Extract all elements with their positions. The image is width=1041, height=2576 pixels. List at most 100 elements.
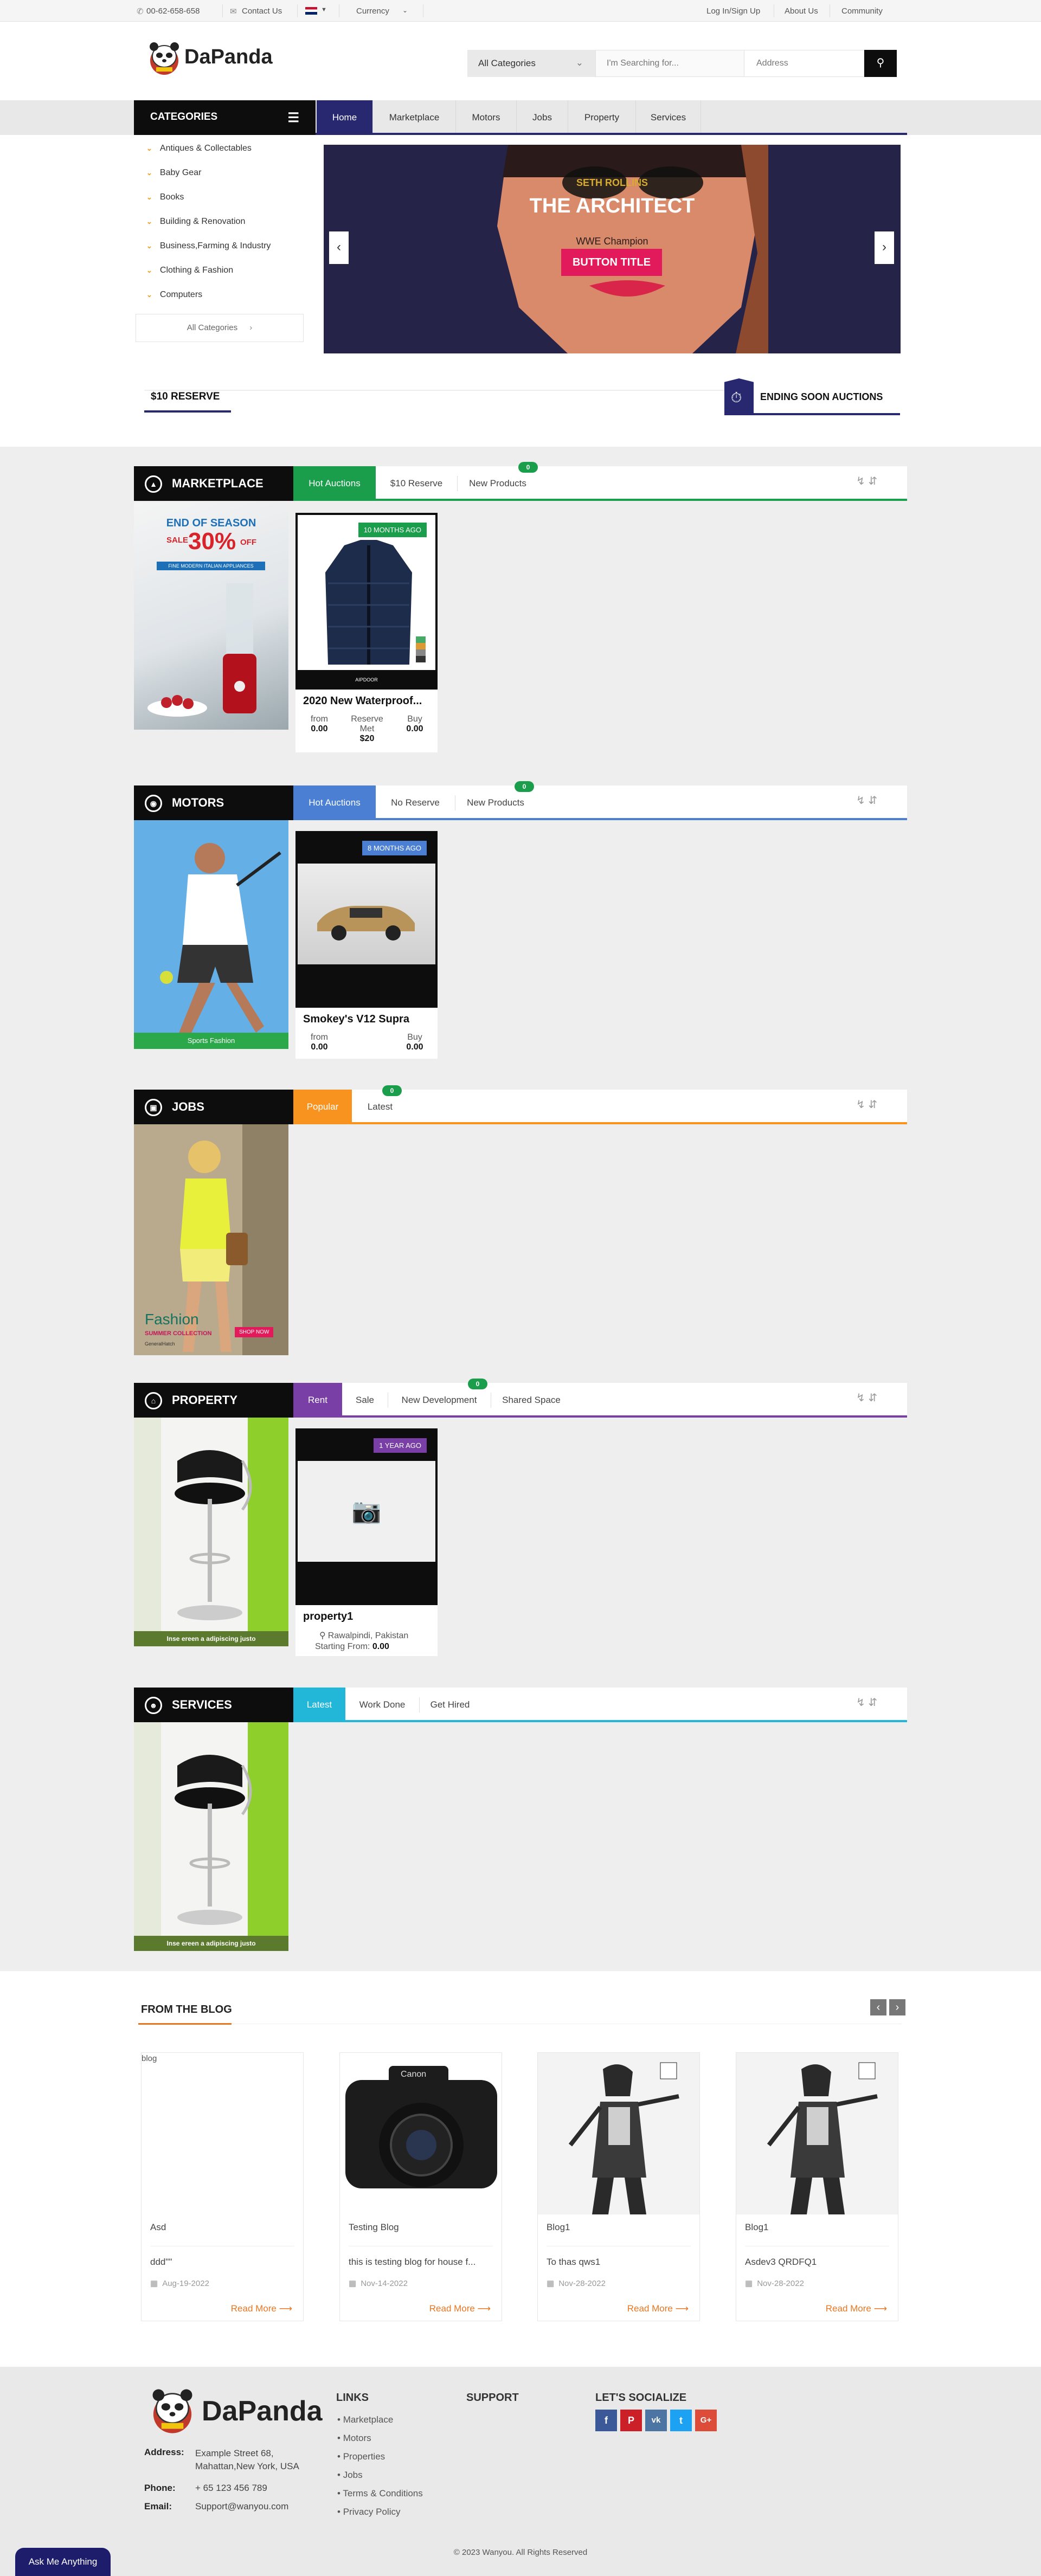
search-button[interactable]: ⚲: [864, 50, 897, 77]
tab-rent[interactable]: Rent: [293, 1383, 342, 1418]
blog-card[interactable]: Blog1 Asdev3 QRDFQ1 ▦ Nov-28-2022 Read Mo…: [736, 2052, 898, 2321]
footer-link-terms[interactable]: • Terms & Conditions: [337, 2488, 423, 2499]
footer-link-marketplace[interactable]: • Marketplace: [337, 2414, 393, 2425]
sidebar-item-building[interactable]: ⌄ Building & Renovation: [146, 217, 245, 227]
sidebar-item-label: Baby Gear: [159, 168, 202, 177]
blog-excerpt: To thas qws1: [547, 2257, 601, 2267]
footer-logo-text[interactable]: DaPanda: [202, 2395, 323, 2427]
uk-flag-icon[interactable]: [305, 7, 317, 15]
sidebar-item-books[interactable]: ⌄ Books: [146, 192, 184, 202]
category-select[interactable]: All Categories ⌄: [467, 50, 595, 77]
currency-select[interactable]: Currency: [356, 7, 389, 16]
tab-10-reserve[interactable]: $10 Reserve: [376, 466, 457, 501]
property-card[interactable]: 📷 1 YEAR AGO property1 ⚲ Rawalpindi, Paki…: [295, 1428, 438, 1656]
footer-link-jobs[interactable]: • Jobs: [337, 2470, 363, 2481]
sort-icon[interactable]: ↯ ⇵: [856, 794, 891, 813]
about-link[interactable]: About Us: [785, 7, 818, 16]
community-link[interactable]: Community: [841, 7, 883, 16]
email-link[interactable]: Support@wanyou.com: [195, 2501, 288, 2512]
chevron-down-icon[interactable]: ▼: [321, 7, 327, 13]
read-more-link[interactable]: Read More ⟶: [627, 2303, 689, 2314]
menu-icon: ☰: [287, 111, 299, 125]
jobs-promo-banner[interactable]: Fashion SUMMER COLLECTION SHOP NOW Gener…: [134, 1124, 288, 1355]
footer-link-properties[interactable]: • Properties: [337, 2451, 385, 2462]
nav-services[interactable]: Services: [636, 100, 701, 135]
sidebar-item-antiques[interactable]: ⌄ Antiques & Collectables: [146, 144, 252, 153]
read-more-link[interactable]: Read More ⟶: [429, 2303, 491, 2314]
hero-slider[interactable]: SETH ROLLINS THE ARCHITECT WWE Champion …: [324, 145, 901, 353]
sidebar-item-business[interactable]: ⌄ Business,Farming & Industry: [146, 241, 271, 251]
marketplace-promo-banner[interactable]: END OF SEASON SALE 30% OFF FINE MODERN I…: [134, 502, 288, 730]
nav-marketplace[interactable]: Marketplace: [373, 100, 456, 135]
sidebar-item-computers[interactable]: ⌄ Computers: [146, 290, 202, 300]
pinterest-icon[interactable]: P: [620, 2410, 642, 2431]
chat-button[interactable]: Ask Me Anything: [15, 2548, 111, 2576]
footer-link-motors[interactable]: • Motors: [337, 2433, 371, 2444]
categories-label: CATEGORIES: [150, 111, 218, 123]
blog-title[interactable]: Blog1: [745, 2222, 768, 2233]
slider-prev-button[interactable]: ‹: [329, 231, 349, 264]
property-promo-banner[interactable]: Inse ereen a adipiscing justo: [134, 1418, 288, 1646]
sort-icon[interactable]: ↯ ⇵: [856, 474, 891, 494]
google-plus-icon[interactable]: G+: [695, 2410, 717, 2431]
panda-logo-icon[interactable]: [146, 2382, 198, 2436]
blog-card[interactable]: Canon Testing Blog this is testing blog …: [339, 2052, 502, 2321]
age-badge: 8 MONTHS AGO: [362, 841, 427, 855]
tab-popular[interactable]: Popular: [293, 1090, 352, 1124]
product-title[interactable]: Smokey's V12 Supra: [303, 1013, 431, 1026]
blog-title[interactable]: Blog1: [547, 2222, 570, 2233]
vk-icon[interactable]: vk: [645, 2410, 667, 2431]
read-more-link[interactable]: Read More ⟶: [231, 2303, 292, 2314]
blog-title[interactable]: Testing Blog: [349, 2222, 399, 2233]
sort-icon[interactable]: ↯ ⇵: [856, 1696, 891, 1715]
search-input[interactable]: [595, 50, 744, 77]
categories-button[interactable]: CATEGORIES ☰: [134, 100, 316, 135]
sort-icon[interactable]: ↯ ⇵: [856, 1391, 891, 1411]
blog-title[interactable]: Asd: [150, 2222, 166, 2233]
tab-hot-auctions[interactable]: Hot Auctions: [293, 466, 376, 501]
nav-jobs[interactable]: Jobs: [517, 100, 568, 135]
tab-get-hired[interactable]: Get Hired: [419, 1688, 481, 1722]
read-more-link[interactable]: Read More ⟶: [826, 2303, 887, 2314]
blog-next-button[interactable]: ›: [889, 1999, 905, 2015]
nav-motors[interactable]: Motors: [456, 100, 517, 135]
panda-logo-icon[interactable]: [146, 37, 182, 77]
twitter-icon[interactable]: t: [670, 2410, 692, 2431]
logo-text[interactable]: DaPanda: [184, 46, 273, 69]
sidebar-item-clothing[interactable]: ⌄ Clothing & Fashion: [146, 266, 233, 275]
chevron-down-icon: ⌄: [146, 217, 152, 226]
facebook-icon[interactable]: f: [595, 2410, 617, 2431]
slider-next-button[interactable]: ›: [875, 231, 894, 264]
login-link[interactable]: Log In/Sign Up: [706, 7, 760, 16]
contact-link[interactable]: Contact Us: [242, 7, 282, 16]
footer-link-privacy[interactable]: • Privacy Policy: [337, 2507, 401, 2517]
slider-cta-button[interactable]: BUTTON TITLE: [561, 249, 662, 276]
age-badge: 10 MONTHS AGO: [358, 523, 427, 537]
motors-promo-banner[interactable]: Sports Fashion: [134, 820, 288, 1049]
sort-icon[interactable]: ↯ ⇵: [856, 1098, 891, 1117]
sidebar-item-baby-gear[interactable]: ⌄ Baby Gear: [146, 168, 201, 178]
services-promo-banner[interactable]: Inse ereen a adipiscing justo: [134, 1722, 288, 1951]
shop-now-button[interactable]: SHOP NOW: [235, 1327, 274, 1337]
product-title[interactable]: 2020 New Waterproof...: [303, 695, 431, 707]
tab-no-reserve[interactable]: No Reserve: [376, 785, 455, 820]
tab-hot-auctions[interactable]: Hot Auctions: [293, 785, 376, 820]
blog-card[interactable]: Blog1 To thas qws1 ▦ Nov-28-2022 Read Mor…: [537, 2052, 700, 2321]
blog-excerpt: this is testing blog for house f...: [349, 2257, 476, 2267]
blog-card[interactable]: blog Asd ddd"" ▦ Aug-19-2022 Read More ⟶: [141, 2052, 304, 2321]
address-input[interactable]: [744, 50, 864, 77]
tab-work-done[interactable]: Work Done: [345, 1688, 419, 1722]
tab-shared-space[interactable]: Shared Space: [491, 1383, 572, 1418]
product-card[interactable]: AIPDOOR 10 MONTHS AGO 2020 New Waterproo…: [295, 513, 438, 752]
tab-sale[interactable]: Sale: [342, 1383, 388, 1418]
blog-prev-button[interactable]: ‹: [870, 1999, 886, 2015]
nav-property[interactable]: Property: [568, 100, 636, 135]
nav-home[interactable]: Home: [317, 100, 373, 135]
chevron-down-icon[interactable]: ⌄: [402, 7, 408, 14]
all-categories-button[interactable]: All Categories ›: [136, 314, 304, 342]
property-title[interactable]: property1: [303, 1611, 431, 1623]
product-card[interactable]: 8 MONTHS AGO Smokey's V12 Supra from 0.00…: [295, 831, 438, 1059]
tab-latest[interactable]: Latest: [293, 1688, 345, 1722]
ending-soon-tab[interactable]: ⏱ ENDING SOON AUCTIONS: [724, 378, 900, 415]
reserve-tab[interactable]: $10 RESERVE: [151, 391, 220, 403]
